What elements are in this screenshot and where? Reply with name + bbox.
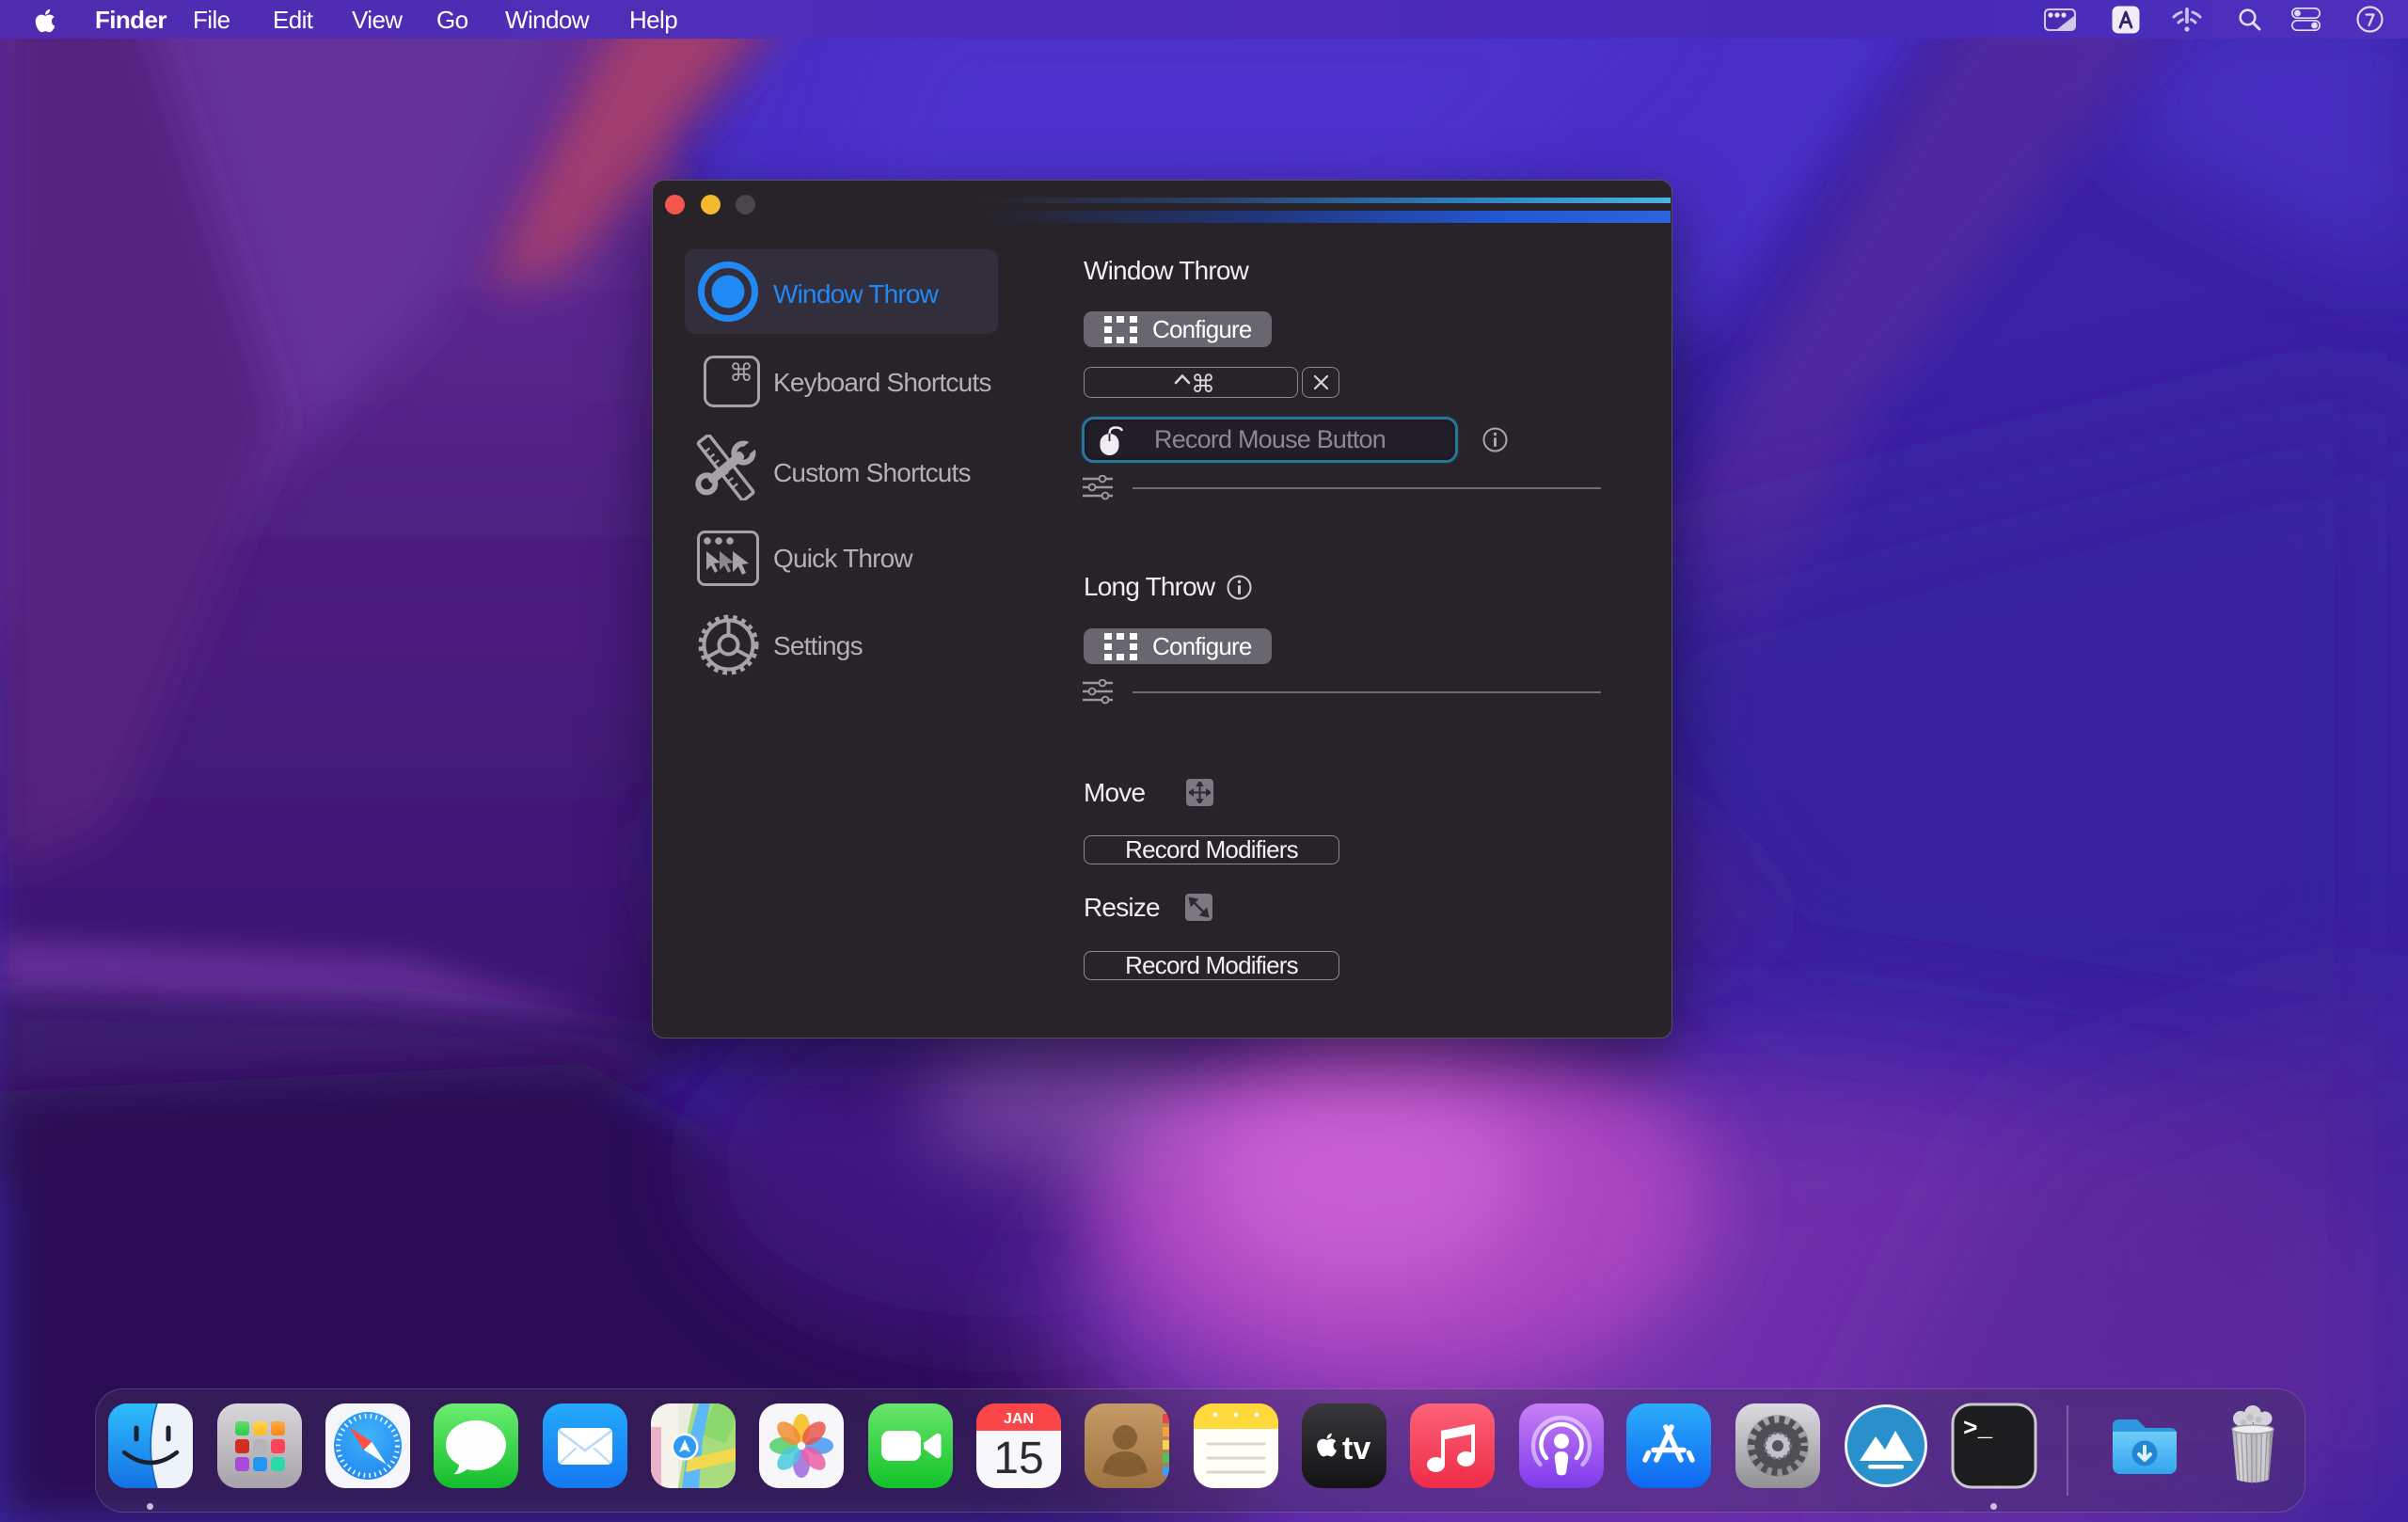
svg-text:⌘: ⌘	[729, 358, 753, 387]
svg-text:15: 15	[993, 1434, 1043, 1483]
svg-text:⌘: ⌘	[1191, 372, 1215, 396]
svg-text:tv: tv	[1342, 1431, 1370, 1467]
svg-text:JAN: JAN	[1004, 1411, 1034, 1427]
svg-text:>_: >_	[1963, 1415, 1993, 1443]
